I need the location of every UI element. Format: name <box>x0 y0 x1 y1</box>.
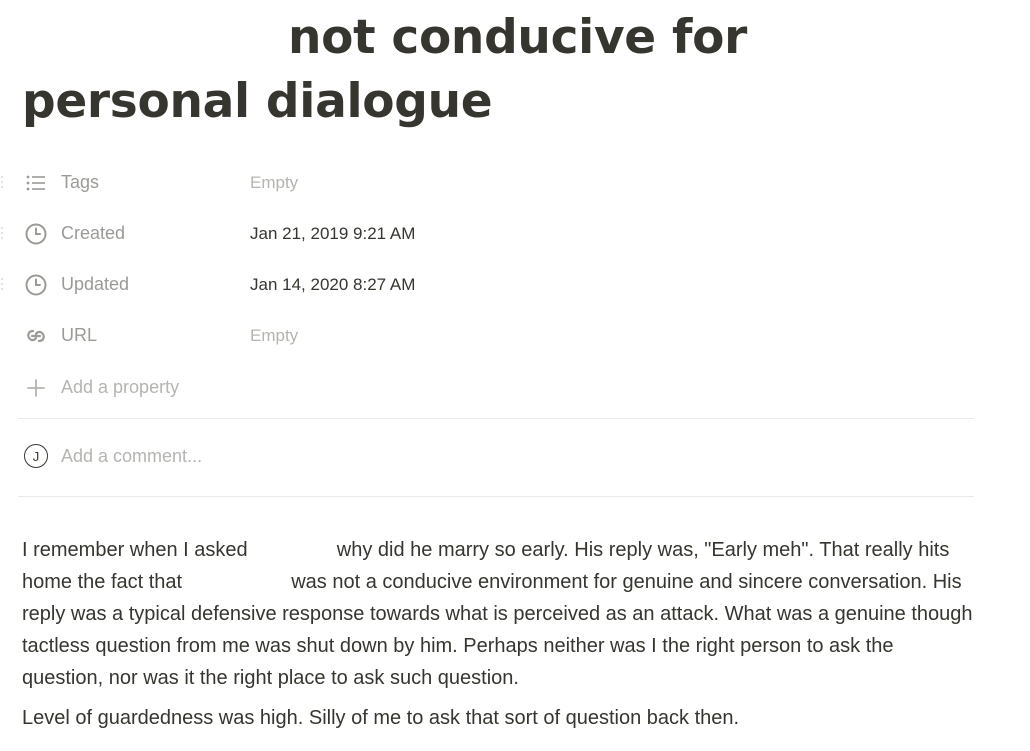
add-property-button[interactable]: Add a property <box>0 361 980 414</box>
link-icon <box>24 324 48 348</box>
paragraph[interactable]: Level of guardedness was high. Silly of … <box>22 702 974 734</box>
avatar: J <box>24 444 48 468</box>
clock-icon <box>24 273 48 297</box>
property-name: Updated <box>61 274 130 294</box>
drag-handle-icon[interactable] <box>1 175 5 190</box>
drag-handle-icon[interactable] <box>1 277 5 292</box>
property-row-url[interactable]: URL Empty <box>0 310 980 361</box>
clock-icon <box>24 222 48 246</box>
redacted-name <box>187 570 286 592</box>
page-title[interactable]: not conducive for personal dialogue <box>22 6 982 134</box>
property-row-updated[interactable]: Updated Jan 14, 2020 8:27 AM <box>0 259 980 310</box>
property-row-tags[interactable]: Tags Empty <box>0 157 980 208</box>
property-value[interactable]: Empty <box>250 173 298 193</box>
property-name: Tags <box>61 172 100 192</box>
comment-input[interactable]: Add a comment... <box>61 446 202 467</box>
divider <box>18 418 974 419</box>
redacted-name <box>253 538 332 560</box>
page: not conducive for personal dialogue Tags… <box>0 0 1030 751</box>
paragraph[interactable]: I remember when I asked why did he marry… <box>22 534 974 694</box>
comment-row[interactable]: J Add a comment... <box>0 430 980 482</box>
property-row-created[interactable]: Created Jan 21, 2019 9:21 AM <box>0 208 980 259</box>
page-body[interactable]: I remember when I asked why did he marry… <box>22 534 974 742</box>
drag-handle-icon[interactable] <box>1 226 5 241</box>
property-value[interactable]: Empty <box>250 326 298 346</box>
add-property-label: Add a property <box>61 377 180 397</box>
property-name: URL <box>61 325 98 345</box>
text-span: I remember when I asked <box>22 539 248 561</box>
property-value: Jan 21, 2019 9:21 AM <box>250 223 416 243</box>
plus-icon <box>24 376 48 400</box>
divider <box>18 496 974 497</box>
property-value: Jan 14, 2020 8:27 AM <box>250 274 416 294</box>
property-name: Created <box>61 223 126 243</box>
list-icon <box>24 171 48 195</box>
properties-panel: Tags Empty Created Jan 21, 2019 9:21 AM <box>0 157 980 414</box>
